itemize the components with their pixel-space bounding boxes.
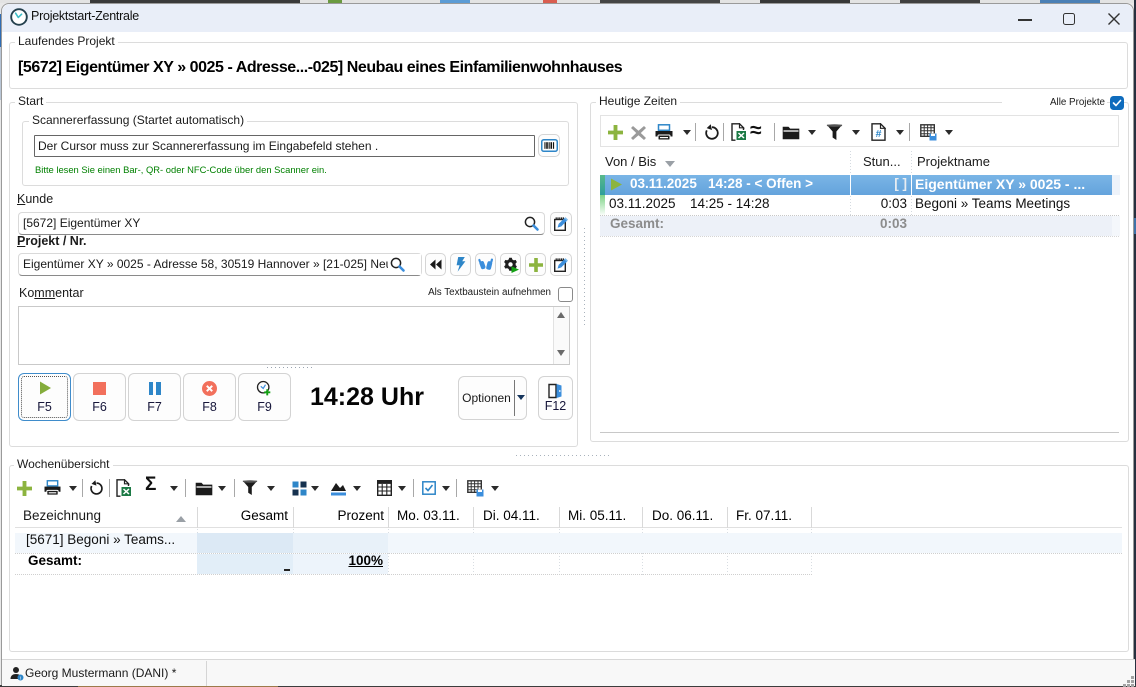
- svg-text:#: #: [876, 128, 882, 140]
